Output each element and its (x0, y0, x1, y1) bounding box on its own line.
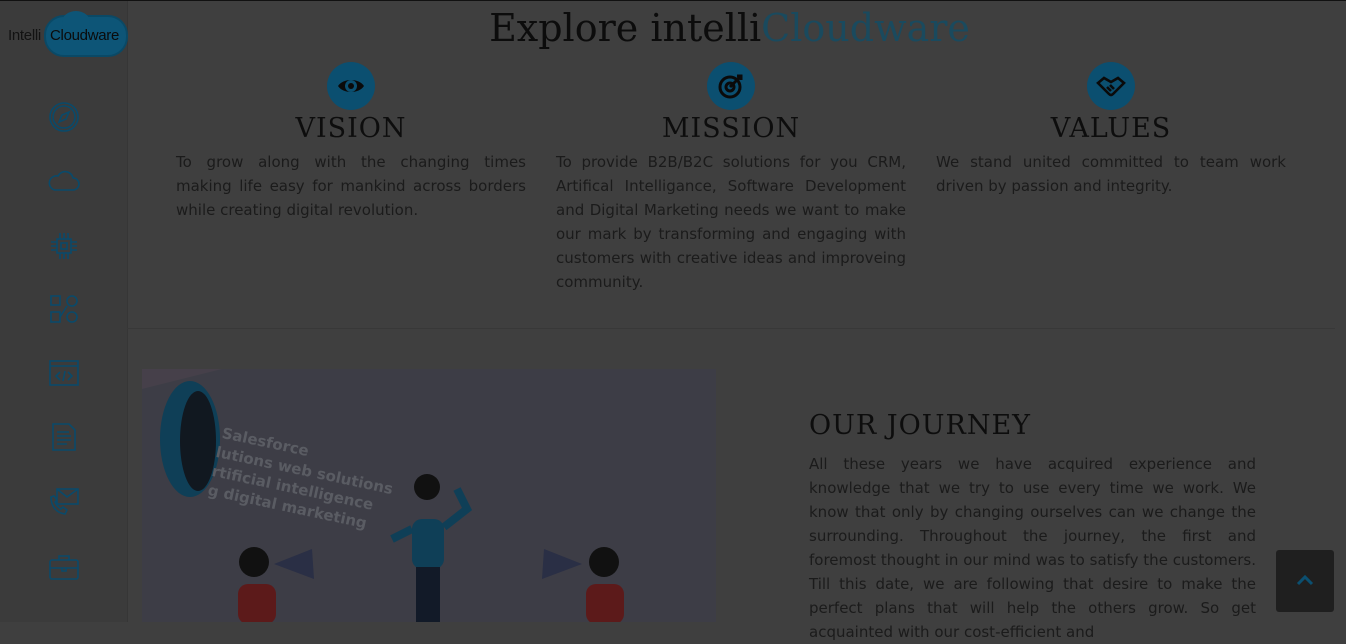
vision-title: VISION (295, 113, 407, 144)
vision-text: To grow along with the changing times ma… (176, 153, 526, 219)
eye-icon (327, 62, 375, 110)
document-icon[interactable] (47, 420, 81, 454)
briefcase-icon[interactable] (47, 550, 81, 584)
sidebar: Intelli Cloudware (0, 1, 128, 622)
code-window-icon[interactable] (47, 356, 81, 390)
analytics-icon[interactable] (47, 292, 81, 326)
mission-title: MISSION (661, 113, 801, 144)
logo-text-intelli: Intelli (8, 27, 41, 44)
page-title: Explore intelliCloudware (127, 6, 1332, 50)
journey-title: OUR JOURNEY (809, 410, 1032, 441)
page-title-main: Explore intelli (489, 6, 762, 50)
cloud-icon[interactable] (47, 165, 81, 199)
values-text: We stand united committed to team work d… (936, 153, 1286, 195)
page-title-accent: Cloudware (761, 6, 970, 50)
target-icon (707, 62, 755, 110)
logo-text-cloudware: Cloudware (50, 27, 120, 44)
mail-phone-icon[interactable] (47, 483, 81, 517)
compass-icon[interactable] (47, 100, 81, 134)
logo[interactable]: Intelli Cloudware (8, 11, 128, 59)
journey-illustration: Salesforce lutions web solutions rtifici… (142, 369, 716, 622)
journey-text: All these years we have acquired experie… (809, 455, 1256, 641)
chip-icon[interactable] (47, 229, 81, 263)
mission-text: To provide B2B/B2C solutions for you CRM… (556, 153, 906, 291)
mission-column: MISSION To provide B2B/B2C solutions for… (556, 62, 906, 294)
vision-column: VISION To grow along with the changing t… (176, 62, 526, 222)
top-border (0, 0, 1346, 1)
values-title: VALUES (1050, 113, 1172, 144)
journey-section: OUR JOURNEY All these years we have acqu… (809, 408, 1256, 644)
handshake-icon (1087, 62, 1135, 110)
scroll-to-top-button[interactable] (1276, 550, 1334, 612)
chevron-up-icon (1296, 574, 1314, 586)
section-divider (127, 328, 1335, 329)
values-column: VALUES We stand united committed to team… (936, 62, 1286, 198)
